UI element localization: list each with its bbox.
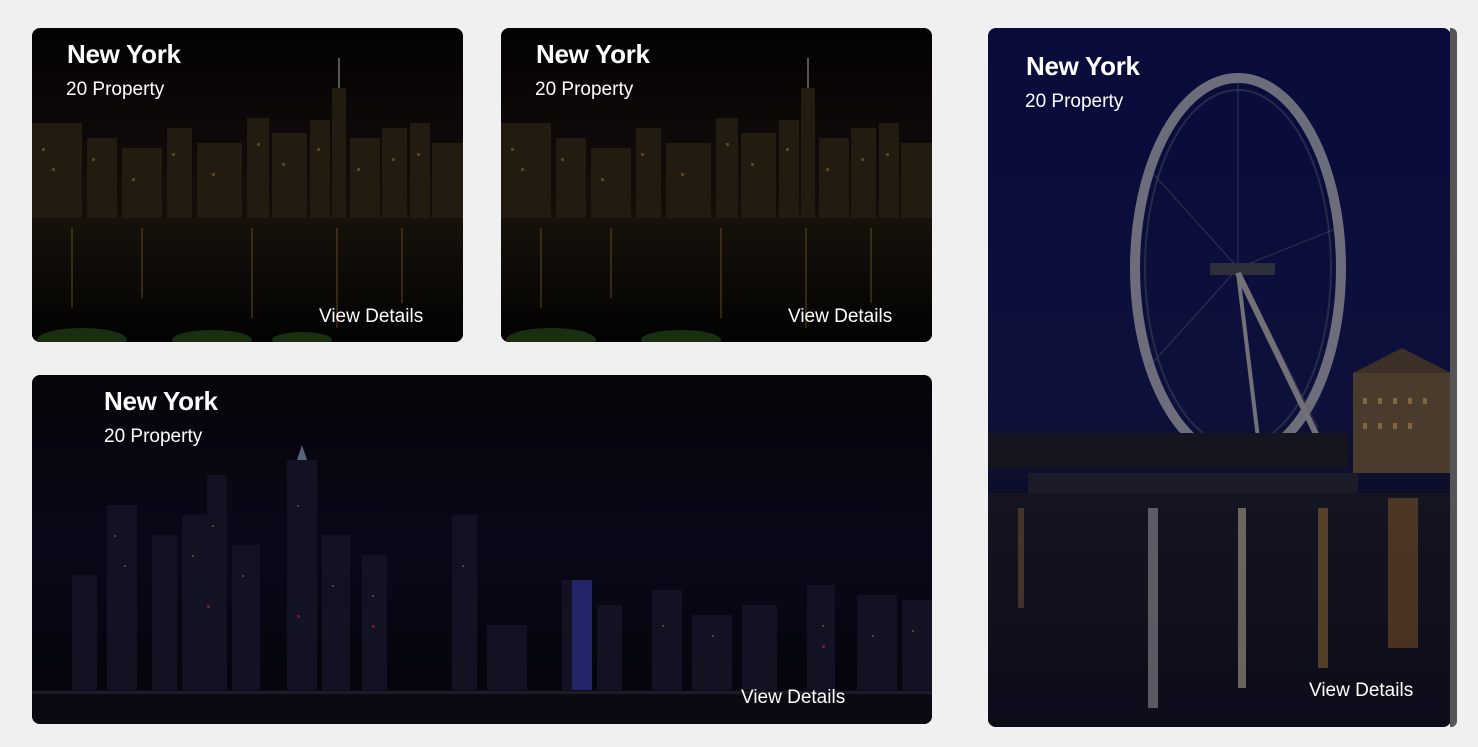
dark-overlay — [988, 28, 1451, 727]
dark-overlay — [501, 28, 932, 342]
city-name: New York — [67, 39, 181, 69]
city-name: New York — [536, 39, 650, 69]
property-count: 20 Property — [535, 79, 634, 100]
property-card-3[interactable]: New York 20 Property View Details — [32, 375, 932, 724]
city-name: New York — [104, 386, 218, 416]
property-card-1[interactable]: New York 20 Property View Details — [32, 28, 463, 342]
card-edge-shadow — [1450, 28, 1457, 727]
city-name: New York — [1026, 51, 1140, 81]
dark-overlay — [32, 28, 463, 342]
view-details-link[interactable]: View Details — [319, 307, 423, 326]
property-count: 20 Property — [1025, 91, 1124, 112]
view-details-link[interactable]: View Details — [1309, 681, 1413, 700]
property-count: 20 Property — [66, 79, 165, 100]
view-details-link[interactable]: View Details — [741, 688, 845, 707]
property-card-2[interactable]: New York 20 Property View Details — [501, 28, 932, 342]
property-count: 20 Property — [104, 426, 203, 447]
view-details-link[interactable]: View Details — [788, 307, 892, 326]
property-card-4[interactable]: New York 20 Property View Details — [988, 28, 1451, 727]
